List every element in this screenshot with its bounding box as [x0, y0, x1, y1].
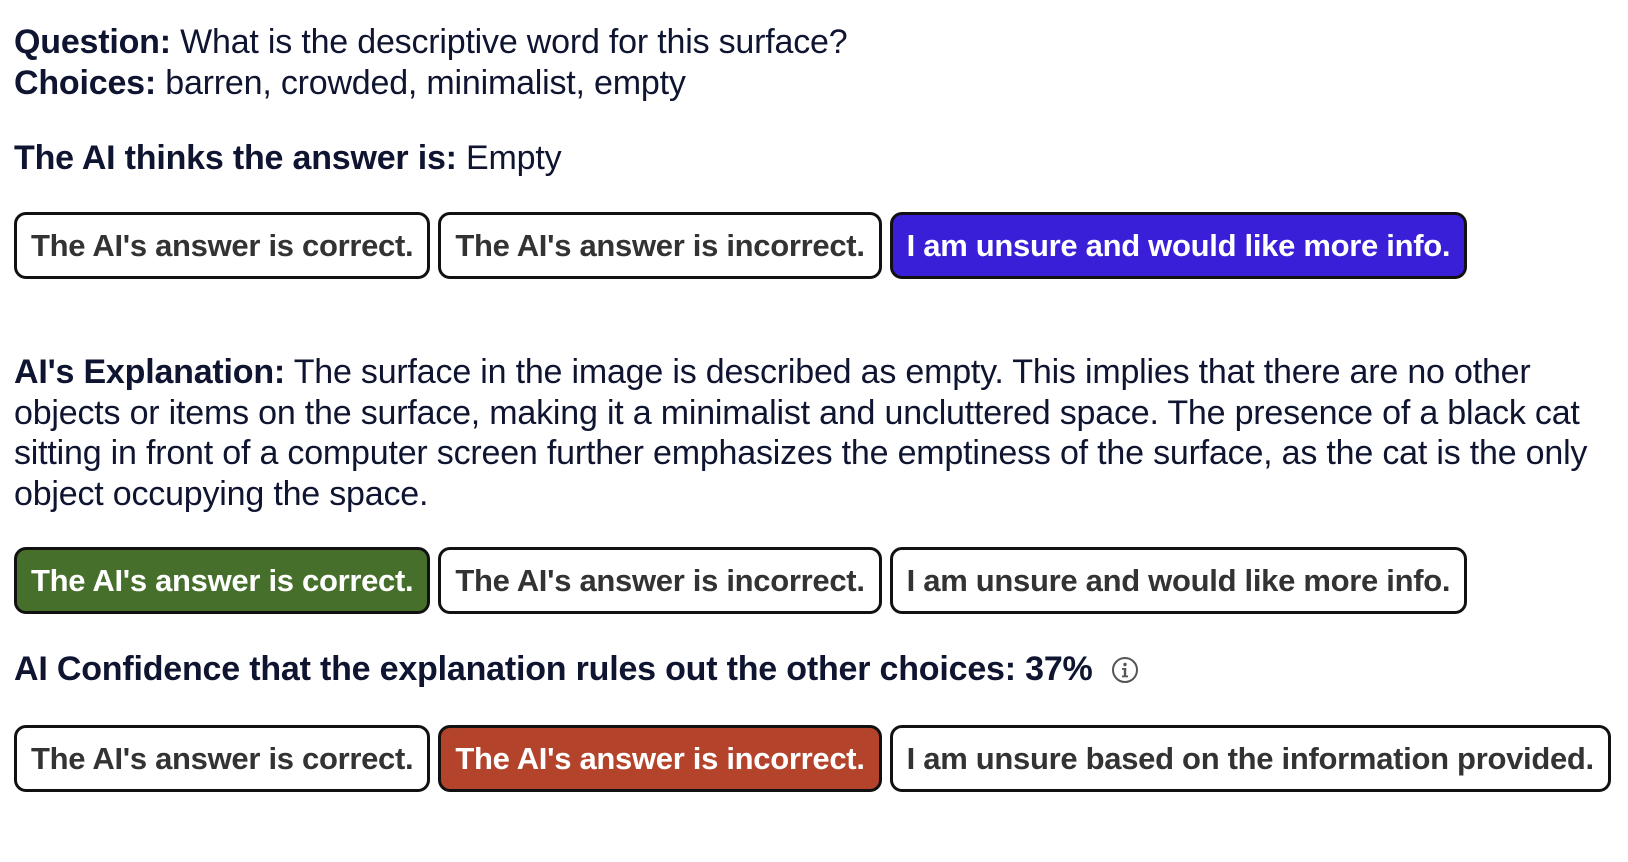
explanation-incorrect-button[interactable]: The AI's answer is incorrect. — [438, 547, 882, 614]
ai-answer-line: The AI thinks the answer is: Empty — [14, 138, 1614, 179]
question-line: Question: What is the descriptive word f… — [14, 22, 1614, 63]
answer-correct-button[interactable]: The AI's answer is correct. — [14, 212, 431, 279]
explanation-button-row: The AI's answer is correct. The AI's ans… — [14, 547, 1614, 614]
info-icon[interactable] — [1111, 656, 1139, 684]
confidence-value: 37% — [1025, 650, 1093, 688]
ai-answer-text: Empty — [456, 139, 562, 177]
ai-answer-label: The AI thinks the answer is: — [14, 139, 457, 177]
question-label: Question: — [14, 23, 171, 61]
explanation-unsure-button[interactable]: I am unsure and would like more info. — [889, 547, 1468, 614]
choices-label: Choices: — [14, 64, 156, 102]
confidence-line: AI Confidence that the explanation rules… — [14, 647, 1614, 691]
confidence-incorrect-button[interactable]: The AI's answer is incorrect. — [438, 725, 882, 792]
explanation-paragraph: AI's Explanation: The surface in the ima… — [14, 352, 1614, 514]
explanation-label: AI's Explanation: — [14, 353, 286, 391]
survey-panel: Question: What is the descriptive word f… — [14, 22, 1614, 792]
confidence-label: AI Confidence that the explanation rules… — [14, 650, 1016, 688]
answer-incorrect-button[interactable]: The AI's answer is incorrect. — [438, 212, 882, 279]
confidence-unsure-button[interactable]: I am unsure based on the information pro… — [889, 725, 1611, 792]
answer-button-row: The AI's answer is correct. The AI's ans… — [14, 212, 1614, 279]
confidence-button-row: The AI's answer is correct. The AI's ans… — [14, 725, 1614, 792]
choices-text: barren, crowded, minimalist, empty — [156, 64, 686, 102]
choices-line: Choices: barren, crowded, minimalist, em… — [14, 63, 1614, 104]
confidence-correct-button[interactable]: The AI's answer is correct. — [14, 725, 431, 792]
explanation-correct-button[interactable]: The AI's answer is correct. — [14, 547, 431, 614]
question-text: What is the descriptive word for this su… — [170, 23, 848, 61]
answer-unsure-button[interactable]: I am unsure and would like more info. — [889, 212, 1468, 279]
